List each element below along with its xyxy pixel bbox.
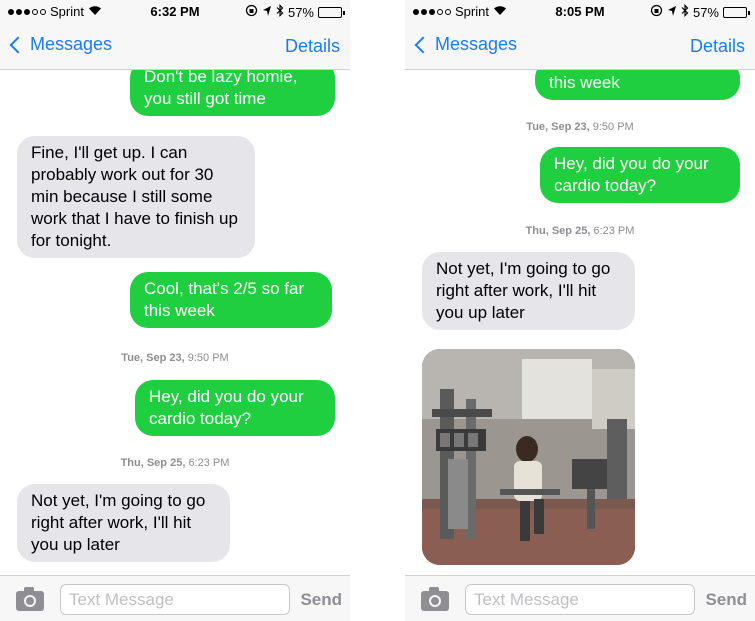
back-button-label: Messages [30,34,113,54]
battery-icon [723,6,750,18]
timestamp-day: Thu, Sep 25, [120,457,186,469]
status-right-icons: 57% [245,4,345,20]
left-phone-screen: Sprint 6:32 PM 57% Messages Details Don'… [0,0,350,621]
gym-photo-attachment[interactable] [422,349,635,565]
location-icon [667,5,677,20]
message-bubble-received[interactable]: Not yet, I'm going to go right after wor… [422,252,635,330]
compose-bar: Send [405,575,755,621]
message-bubble-sent[interactable]: Hey, did you do your cardio today? [135,380,335,436]
details-button[interactable]: Details [285,36,340,57]
status-bar: Sprint 8:05 PM 57% [405,0,755,24]
orientation-lock-icon [245,4,258,20]
compose-bar: Send [0,575,350,621]
nav-bar: Messages Details [0,24,350,70]
right-phone-screen: Sprint 8:05 PM 57% Messages Details this… [405,0,755,621]
timestamp: Tue, Sep 23, 9:50 PM [0,352,350,364]
message-bubble-sent[interactable]: Hey, did you do your cardio today? [540,147,740,203]
message-input[interactable] [60,584,290,615]
message-bubble-sent[interactable]: Cool, that's 2/5 so far this week [130,272,332,328]
timestamp: Tue, Sep 23, 9:50 PM [405,121,755,133]
timestamp-day: Tue, Sep 23, [526,121,590,133]
back-button-label: Messages [435,34,518,54]
gym-photo-image [422,349,635,565]
location-icon [262,5,272,20]
timestamp: Thu, Sep 25, 6:23 PM [405,225,755,237]
timestamp-time: 6:23 PM [188,457,230,469]
battery-percent: 57% [287,4,314,20]
chevron-left-icon [414,36,432,53]
message-bubble-received[interactable]: Fine, I'll get up. I can probably work o… [17,136,255,258]
send-button[interactable]: Send [300,590,342,610]
bluetooth-icon [276,4,284,20]
back-button[interactable]: Messages [8,34,112,55]
battery-icon [318,6,345,18]
camera-icon[interactable] [16,587,44,611]
nav-bar: Messages Details [405,24,755,70]
camera-icon[interactable] [421,587,449,611]
back-button[interactable]: Messages [413,34,517,55]
chevron-left-icon [9,36,27,53]
timestamp: Thu, Sep 25, 6:23 PM [0,457,350,469]
timestamp-time: 9:50 PM [187,352,229,364]
message-input[interactable] [465,584,695,615]
timestamp-time: 9:50 PM [592,121,634,133]
bluetooth-icon [681,4,689,20]
orientation-lock-icon [650,4,663,20]
details-button[interactable]: Details [690,36,745,57]
battery-percent: 57% [692,4,719,20]
send-button[interactable]: Send [705,590,747,610]
timestamp-day: Tue, Sep 23, [121,352,185,364]
timestamp-time: 6:23 PM [593,225,635,237]
status-right-icons: 57% [650,4,750,20]
message-bubble-received[interactable]: Not yet, I'm going to go right after wor… [17,484,230,562]
status-bar: Sprint 6:32 PM 57% [0,0,350,24]
timestamp-day: Thu, Sep 25, [525,225,591,237]
